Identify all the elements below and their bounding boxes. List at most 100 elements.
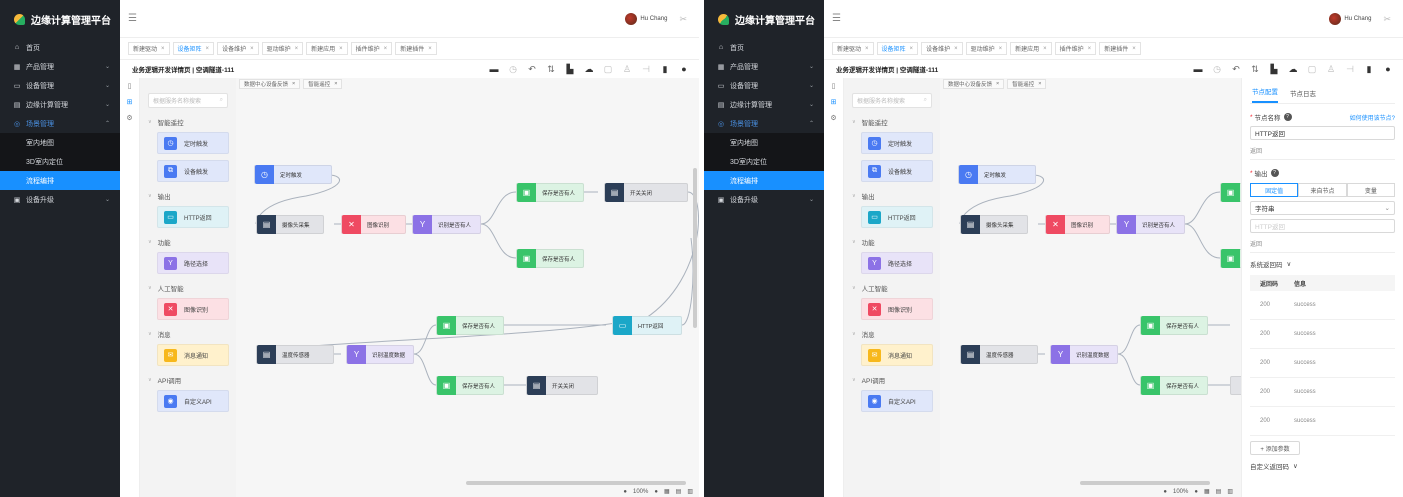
pin-icon[interactable]: ⊣ (1343, 63, 1357, 75)
sort-icon[interactable]: ⇅ (1248, 63, 1262, 75)
tab-device-maintain[interactable]: 设备维护 × (921, 42, 963, 55)
sidebar-item-home[interactable]: ⌂ 首页 (704, 38, 824, 57)
grid-icon[interactable]: ▤ (1216, 488, 1222, 495)
palette-node-device-trigger[interactable]: ⧉ 设备触发 (861, 160, 933, 182)
tools-icon[interactable]: ✂ (1383, 14, 1391, 25)
add-param-button[interactable]: + 添加参数 (1250, 441, 1300, 455)
components-icon[interactable]: ⊞ (824, 94, 843, 110)
category-header[interactable]: ∨ 功能 (140, 234, 236, 249)
tools-icon[interactable]: ✂ (679, 14, 687, 25)
sidebar-item-home[interactable]: ⌂ 首页 (0, 38, 120, 57)
palette-node-path[interactable]: Y 路径选择 (861, 252, 933, 274)
flow-node-save[interactable]: ▣ 保存是否有人 (1140, 316, 1208, 335)
flow-node-temp-data[interactable]: Y 识别温度数据 (1050, 345, 1118, 364)
save-icon[interactable]: ▙ (1267, 63, 1281, 75)
terminal-icon[interactable]: ▬ (487, 63, 501, 75)
category-header[interactable]: ∨ API调用 (140, 372, 236, 387)
cloud-upload-icon[interactable]: ☁ (582, 63, 596, 75)
delete-icon[interactable]: ♙ (620, 63, 634, 75)
flow-node-image[interactable]: ✕ 图像识别 (1045, 215, 1110, 234)
sidebar-subitem-3d-location[interactable]: 3D室内定位 (0, 152, 120, 171)
category-header[interactable]: ∨ API调用 (844, 372, 940, 387)
menu-fold-icon[interactable]: ☰ (128, 13, 137, 24)
sys-codes-toggle[interactable]: 系统返回码 ∨ (1250, 259, 1395, 269)
palette-node-timer[interactable]: ◷ 定时触发 (861, 132, 933, 154)
vertical-scrollbar[interactable] (693, 168, 697, 328)
flow-node-camera[interactable]: ▤ 摄像头采集 (256, 215, 324, 234)
tab-plugin-maintain[interactable]: 插件维护 × (1054, 42, 1097, 55)
tab-node-config[interactable]: 节点配置 (1252, 86, 1278, 103)
palette-node-image-recognition[interactable]: ✕ 图像识别 (157, 298, 229, 320)
tab-device-matrix[interactable]: 设备矩阵 × (876, 42, 919, 55)
horizontal-scrollbar[interactable] (466, 481, 686, 485)
close-icon[interactable]: × (910, 46, 914, 52)
close-icon[interactable]: × (954, 46, 958, 52)
tab-driver-maintain[interactable]: 驱动维护 × (965, 42, 1008, 55)
close-icon[interactable]: × (865, 46, 869, 52)
app-logo[interactable]: 边缘计算管理平台 (704, 0, 824, 38)
question-icon[interactable]: ? (1270, 169, 1279, 177)
avatar[interactable] (625, 13, 638, 25)
sidebar-item-products[interactable]: ▦ 产品管理 ⌄ (704, 57, 824, 76)
panel-icon[interactable]: ▮ (1362, 63, 1376, 75)
sort-icon[interactable]: ⇅ (544, 63, 558, 75)
pin-icon[interactable]: ⊣ (639, 63, 653, 75)
fullscreen-icon[interactable]: ▥ (687, 488, 693, 495)
close-icon[interactable]: × (161, 46, 165, 52)
sidebar-item-devices[interactable]: ▭ 设备管理 ⌄ (0, 76, 120, 95)
search-input[interactable]: 根据服务名称搜索 ⌕ (148, 93, 228, 108)
close-icon[interactable]: × (1043, 46, 1047, 52)
document-icon[interactable]: ▯ (120, 78, 139, 94)
delete-icon[interactable]: ♙ (1324, 63, 1338, 75)
flow-node-timer[interactable]: ◷ 定时触发 (958, 165, 1036, 184)
history-icon[interactable]: ◷ (1210, 63, 1224, 75)
category-header[interactable]: ∨ 消息 (844, 326, 940, 341)
type-select[interactable]: 字符串 ⌄ (1250, 201, 1395, 215)
category-header[interactable]: ∨ 智能遥控 (844, 114, 940, 129)
close-icon[interactable]: × (1132, 46, 1136, 52)
palette-node-device-trigger[interactable]: ⧉ 设备触发 (157, 160, 229, 182)
flow-node-temp-sensor[interactable]: ▤ 温度传感器 (960, 345, 1038, 364)
sidebar-item-edge[interactable]: ▤ 边缘计算管理 ⌄ (704, 95, 824, 114)
flow-node-temp-sensor[interactable]: ▤ 温度传感器 (256, 345, 334, 364)
tab-new-driver[interactable]: 新建驱动 × (832, 42, 874, 55)
help-icon[interactable]: ● (1381, 63, 1395, 75)
flow-node-save[interactable]: ▣ 保存是否有人 (436, 316, 504, 335)
flow-canvas[interactable]: 数据中心设备反馈 × 智能遥控 × ◷ 定时触发 ▤ 摄像头采集 ✕ 图像识别 … (236, 78, 699, 497)
mode-from-node[interactable]: 来自节点 (1298, 183, 1347, 197)
sidebar-subitem-indoor-map[interactable]: 室内地图 (0, 133, 120, 152)
value-input[interactable]: HTTP返回 (1250, 219, 1395, 233)
mode-fixed-value[interactable]: 固定值 (1250, 183, 1299, 197)
palette-node-http[interactable]: ▭ HTTP返回 (861, 206, 933, 228)
tab-new-app[interactable]: 新建应用 × (1010, 42, 1052, 55)
fit-icon[interactable]: ▦ (1204, 488, 1210, 495)
flow-node-image[interactable]: ✕ 图像识别 (341, 215, 406, 234)
tab-plugin-maintain[interactable]: 插件维护 × (350, 42, 393, 55)
sidebar-item-products[interactable]: ▦ 产品管理 ⌄ (0, 57, 120, 76)
app-logo[interactable]: 边缘计算管理平台 (0, 0, 120, 38)
horizontal-scrollbar[interactable] (1080, 481, 1210, 485)
fullscreen-icon[interactable]: ▥ (1227, 488, 1233, 495)
flow-node-save[interactable]: ▣ 保存是否有人 (1140, 376, 1208, 395)
category-header[interactable]: ∨ 智能遥控 (140, 114, 236, 129)
node-name-input[interactable]: HTTP返回 (1250, 126, 1395, 140)
sidebar-subitem-flow[interactable]: 流程编排 (0, 171, 120, 190)
components-icon[interactable]: ⊞ (120, 94, 139, 110)
sidebar-item-devices[interactable]: ▭ 设备管理 ⌄ (704, 76, 824, 95)
copy-icon[interactable]: ▢ (601, 63, 615, 75)
palette-node-custom-api[interactable]: ◉ 自定义API (157, 390, 229, 412)
custom-codes-toggle[interactable]: 自定义返回码 ∨ (1250, 461, 1395, 471)
close-icon[interactable]: × (999, 46, 1003, 52)
category-header[interactable]: ∨ 输出 (140, 188, 236, 203)
flow-node-save[interactable]: ▣ 保存是否有人 (516, 183, 584, 202)
zoom-in-icon[interactable]: ● (1194, 489, 1198, 495)
category-header[interactable]: ∨ 功能 (844, 234, 940, 249)
flow-node-recognize[interactable]: Y 识别是否有人 (412, 215, 481, 234)
zoom-out-icon[interactable]: ● (1163, 489, 1167, 495)
palette-node-http[interactable]: ▭ HTTP返回 (157, 206, 229, 228)
category-header[interactable]: ∨ 人工智能 (844, 280, 940, 295)
sidebar-subitem-indoor-map[interactable]: 室内地图 (704, 133, 824, 152)
palette-node-path[interactable]: Y 路径选择 (157, 252, 229, 274)
zoom-out-icon[interactable]: ● (623, 489, 627, 495)
fit-icon[interactable]: ▦ (664, 488, 670, 495)
